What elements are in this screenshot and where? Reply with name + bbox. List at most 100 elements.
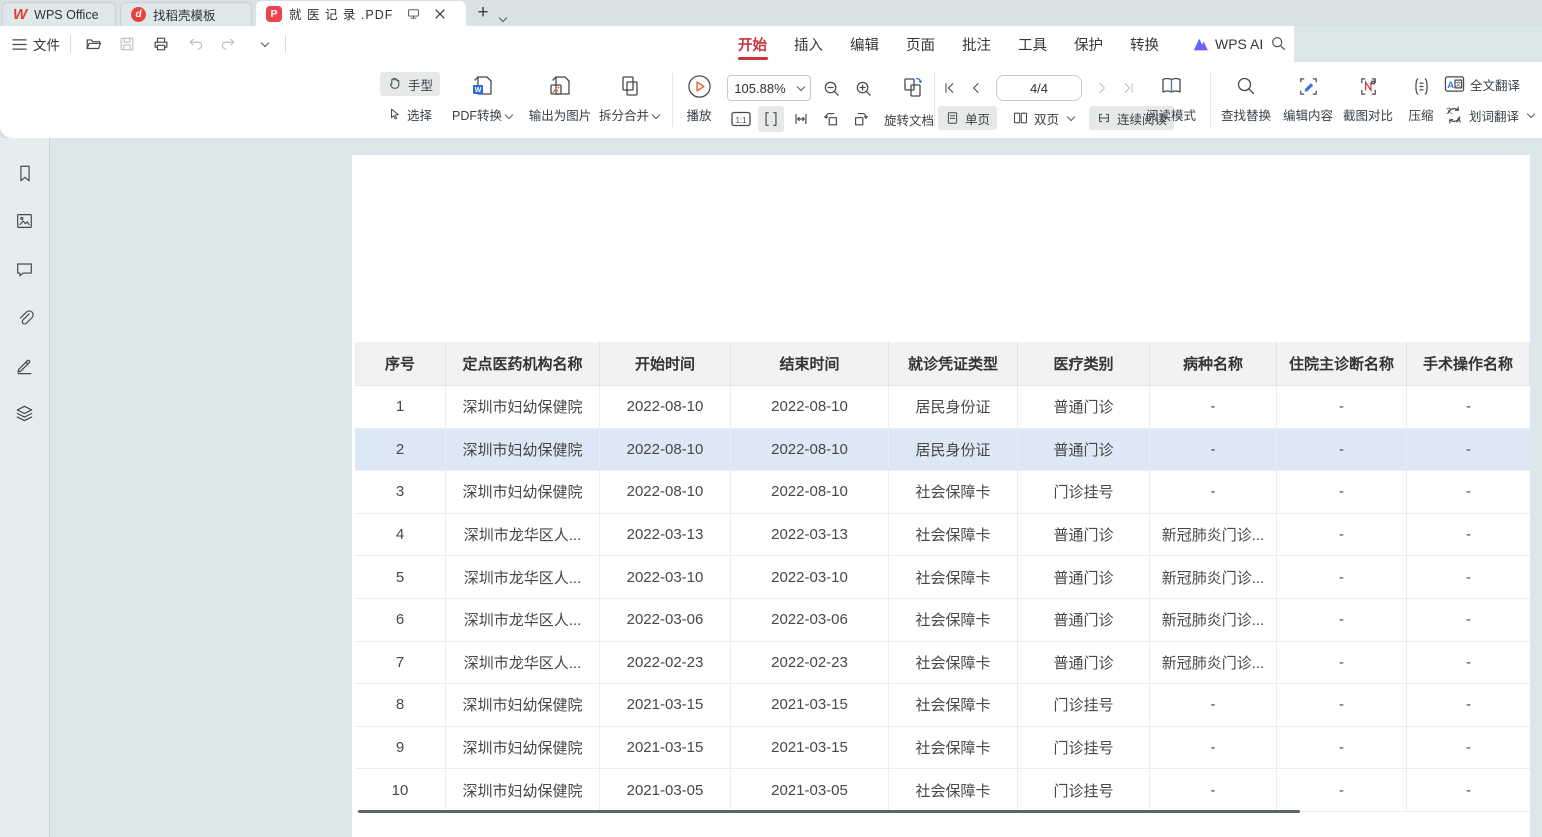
table-cell: 社会保障卡 [889,514,1018,557]
export-image-icon [548,71,572,101]
table-cell: - [1277,599,1407,642]
bookmark-icon[interactable] [10,158,40,188]
find-replace-button[interactable]: 查找替换 [1216,71,1276,124]
table-cell: - [1277,642,1407,685]
table-cell: - [1407,769,1530,812]
menu-item-convert[interactable]: 转换 [1130,26,1159,62]
hand-icon [387,76,403,92]
table-cell: - [1277,429,1407,472]
svg-text:A: A [1447,80,1454,91]
header-cell: 医疗类别 [1018,342,1150,386]
zoom-level-select[interactable]: 105.88% [727,75,811,101]
table-horizontal-scrollbar[interactable] [358,810,1300,813]
tab-label: WPS Office [34,8,98,22]
rotate-right-icon[interactable] [848,106,874,132]
actual-size-button[interactable]: 1:1 [728,106,754,132]
menu-item-protect[interactable]: 保护 [1074,26,1103,62]
table-cell: 社会保障卡 [889,769,1018,812]
table-cell: 门诊挂号 [1018,471,1150,514]
split-merge-button[interactable]: 拆分合并 [592,71,666,124]
full-translate-button[interactable]: A文 全文翻译 [1444,72,1520,96]
fit-page-button[interactable] [758,106,784,132]
swap-pages-icon[interactable] [901,76,925,100]
table-cell: 3 [355,471,446,514]
redo-icon[interactable] [217,32,241,56]
table-cell: - [1150,769,1277,812]
table-cell: - [1277,684,1407,727]
menu-search-icon[interactable] [1270,35,1287,52]
signature-pen-icon[interactable] [10,350,40,380]
edit-content-button[interactable]: 编辑内容 [1280,71,1336,124]
page-indicator-input[interactable]: 4/4 [996,75,1082,101]
undo-icon[interactable] [183,32,207,56]
svg-text:A: A [1456,115,1462,124]
undo-history-chevron-icon[interactable] [251,32,275,56]
header-cell: 序号 [355,342,446,386]
screenshot-compare-button[interactable]: 截图对比 [1340,71,1396,124]
table-cell: 2022-08-10 [600,471,731,514]
menu-item-home[interactable]: 开始 [738,26,767,62]
table-cell: 社会保障卡 [889,727,1018,770]
select-tool-button[interactable]: 选择 [380,102,439,126]
double-page-button[interactable]: 双页 [1005,106,1081,130]
table-cell: - [1407,556,1530,599]
first-page-icon[interactable] [938,76,962,100]
divider [70,35,71,53]
tab-wps-office[interactable]: W WPS Office [2,2,116,26]
table-cell: 社会保障卡 [889,556,1018,599]
divider [672,73,673,127]
single-page-button[interactable]: 单页 [938,106,997,130]
last-page-icon[interactable] [1116,76,1140,100]
fit-width-button[interactable] [788,106,814,132]
zoom-in-icon[interactable] [851,76,875,100]
comment-icon[interactable] [10,254,40,284]
continuous-read-icon [1096,110,1112,126]
tab-docer-templates[interactable]: d 找稻壳模板 [120,2,252,26]
menu-item-page[interactable]: 页面 [906,26,935,62]
table-cell: 普通门诊 [1018,386,1150,429]
wps-logo-icon: W [13,6,27,23]
play-button[interactable]: 播放 [676,71,722,124]
hand-tool-button[interactable]: 手型 [380,72,440,96]
table-cell: - [1407,514,1530,557]
compress-button[interactable]: 压缩 [1400,71,1442,124]
menu-item-insert[interactable]: 插入 [794,26,823,62]
previous-page-icon[interactable] [964,76,988,100]
table-cell: 居民身份证 [889,386,1018,429]
menu-items: 开始插入编辑页面批注工具保护转换 [738,26,1159,62]
zoom-out-icon[interactable] [819,76,843,100]
table-cell: 2021-03-05 [600,769,731,812]
rotate-left-icon[interactable] [818,106,844,132]
close-tab-icon[interactable] [434,8,446,20]
wps-ai-button[interactable]: WPS AI [1192,26,1263,62]
table-cell: 1 [355,386,446,429]
compress-icon [1410,71,1433,101]
open-file-icon[interactable] [81,32,105,56]
export-image-button[interactable]: 输出为图片 [518,71,602,124]
menu-item-edit[interactable]: 编辑 [850,26,879,62]
read-mode-button[interactable]: 阅读模式 [1140,71,1202,124]
new-tab-button[interactable]: + [472,0,494,26]
table-cell: - [1407,471,1530,514]
thumbnail-icon[interactable] [10,206,40,236]
table-cell: 2022-08-10 [731,386,889,429]
print-icon[interactable] [149,32,173,56]
file-menu-button[interactable]: 文件 [12,34,60,54]
monitor-icon[interactable] [406,7,421,21]
menu-item-comment[interactable]: 批注 [962,26,991,62]
attachment-icon[interactable] [10,302,40,332]
pdf-convert-button[interactable]: W PDF转换 [444,71,520,124]
save-icon[interactable] [115,32,139,56]
menu-item-tools[interactable]: 工具 [1018,26,1047,62]
file-menu-label: 文件 [33,34,60,54]
word-translate-button[interactable]: 文A 划词翻译 [1444,103,1534,127]
svg-text:W: W [475,87,482,94]
table-cell: 6 [355,599,446,642]
rotate-doc-label[interactable]: 旋转文档 [884,110,934,129]
layers-icon[interactable] [10,398,40,428]
table-row: 8深圳市妇幼保健院2021-03-152021-03-15社会保障卡门诊挂号--… [355,684,1530,727]
tab-document-pdf[interactable]: P 就 医 记 录 .PDF [256,1,466,26]
table-cell: - [1277,514,1407,557]
tab-label: 找稻壳模板 [153,5,216,24]
next-page-icon[interactable] [1090,76,1114,100]
